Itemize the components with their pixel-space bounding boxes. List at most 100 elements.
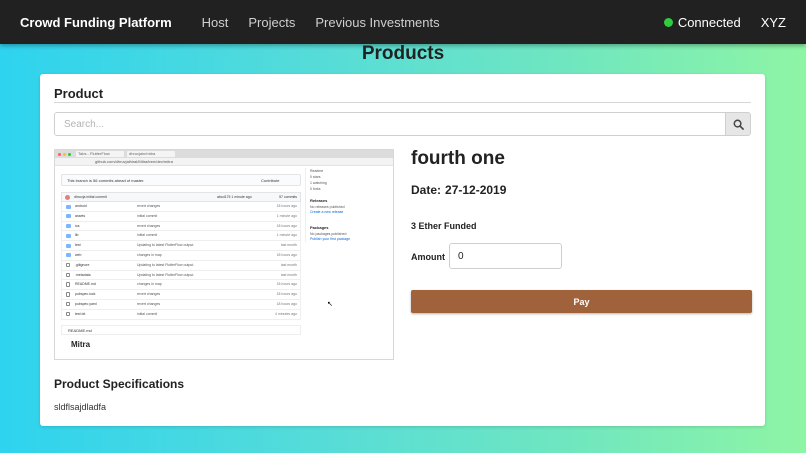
file-commit-message: Updating to latest FlutterFlow output. [137,243,195,248]
file-name: lib [75,233,79,238]
file-row: ios revert changes 18 hours ago [61,221,301,232]
file-row: pubspec.yaml revert changes 18 hours ago [61,299,301,310]
search-button[interactable] [725,113,750,135]
funded-amount: 3 Ether Funded [411,221,477,231]
readme-title: Mitra [71,339,91,349]
file-row: test.txt initial commit 4 minutes ago [61,309,301,320]
file-name: ios [75,223,80,228]
releases-link: Create a new release [310,210,344,214]
address-bar: github.com/dhruvjaihiral/Mitra/tree/dev/… [55,158,393,166]
file-commit-message: revert changes [137,204,161,208]
file-row: .gitignore Updating to latest FlutterFlow… [61,260,301,271]
product-image: Tabs - FlutterFlow dhruvjain/mitra githu… [54,149,394,360]
folder-icon [66,224,71,229]
file-commit-message: initial commit [137,213,158,218]
repo-file-list: This branch is 56 commits ahead of maste… [61,174,301,349]
browser-tab-bar: Tabs - FlutterFlow dhruvjain/mitra [55,150,393,158]
connection-status-icon [663,17,673,27]
file-row: test Updating to latest FlutterFlow outpu… [61,241,301,251]
file-commit-message: revert changes [137,301,161,306]
file-time: last month [280,262,297,267]
file-time: 18 hours ago [276,252,297,257]
file-name: android [75,204,87,208]
file-icon [66,262,70,268]
brand-link[interactable]: Crowd Funding Platform [20,15,172,30]
search-icon [733,119,744,130]
navbar: Crowd Funding Platform Host Projects Pre… [0,0,806,44]
file-name: .gitignore [75,262,90,267]
file-commit-message: changes in map [137,252,162,257]
file-time: 18 hours ago [276,282,297,287]
file-time: 4 minutes ago [275,311,297,316]
file-commit-message: Updating to latest FlutterFlow output. [137,272,195,277]
file-time: 18 hours ago [276,204,297,208]
file-time: 18 hours ago [276,223,297,228]
product-date: Date: 27-12-2019 [411,183,506,197]
amount-input[interactable] [449,243,562,269]
file-row: android revert changes 18 hours ago [61,202,301,212]
date-label: Date: [411,183,442,197]
file-name: README.md [75,282,96,287]
file-row: lib initial commit 1 minute ago [61,231,301,242]
nav-link-previous-investments[interactable]: Previous Investments [315,15,439,30]
user-account[interactable]: XYZ [761,15,786,30]
folder-icon [66,243,71,248]
folder-icon [66,233,71,238]
folder-icon [66,204,71,209]
cursor-icon: ↖ [327,301,333,308]
latest-commit: dhruvja initial commit abcd175 1 minute … [61,192,301,202]
file-name: test.txt [75,311,86,316]
file-icon [66,282,70,287]
repo-sidebar: Readme 0 stars 1 watching 0 forks Releas… [305,168,387,242]
file-time: last month [280,272,297,277]
file-commit-message: Updating to latest FlutterFlow output. [137,262,195,267]
folder-icon [66,214,71,219]
file-time: last month [280,243,297,248]
packages-link: Publish your first package [310,237,351,241]
card-title: Product [54,86,104,101]
file-time: 18 hours ago [276,301,297,306]
avatar [65,195,70,200]
file-row: assets initial commit 1 minute ago [61,211,301,222]
file-row: .metadata Updating to latest FlutterFlow … [61,270,301,281]
browser-tab: Tabs - FlutterFlow [76,151,124,157]
file-icon [66,292,70,297]
branch-status: This branch is 56 commits ahead of maste… [61,174,301,186]
file-name: assets [75,213,86,218]
file-row: pubspec.lock revert changes 18 hours ago [61,290,301,300]
specifications-heading: Product Specifications [54,377,185,391]
folder-icon [66,253,71,258]
file-name: test [75,243,81,248]
pay-button[interactable]: Pay [411,290,752,313]
file-name: pubspec.yaml [75,301,97,306]
readme-header: README.md [61,324,301,335]
search-bar [54,112,751,136]
nav-link-projects[interactable]: Projects [248,15,295,30]
specifications-text: sldflsajdladfa [54,402,107,412]
divider [54,102,751,103]
file-time: 1 minute ago [276,213,297,218]
amount-label: Amount [411,252,445,262]
product-card: Product Tabs - FlutterFlow dhruvjain/mit… [40,74,765,426]
file-row: web changes in map 18 hours ago [61,250,301,261]
nav-link-host[interactable]: Host [202,15,229,30]
file-commit-message: revert changes [137,292,161,297]
file-icon [66,311,70,317]
file-name: web [75,252,82,257]
connection-status: Connected [677,14,741,30]
file-row: README.md changes in map 18 hours ago [61,280,301,291]
file-name: pubspec.lock [75,292,96,297]
file-time: 18 hours ago [276,292,297,297]
file-commit-message: initial commit [137,233,158,238]
product-name: fourth one [411,148,505,169]
search-input[interactable] [55,113,725,135]
file-commit-message: revert changes [137,223,161,228]
file-time: 1 minute ago [276,233,297,238]
file-name: .metadata [75,272,91,277]
sidebar-line: 0 forks [310,187,321,191]
nav-right: Connected XYZ [663,14,786,30]
file-commit-message: changes in map [137,282,162,287]
file-icon [66,301,70,307]
browser-tab: dhruvjain/mitra [127,151,175,157]
page-title: Products [361,43,445,64]
